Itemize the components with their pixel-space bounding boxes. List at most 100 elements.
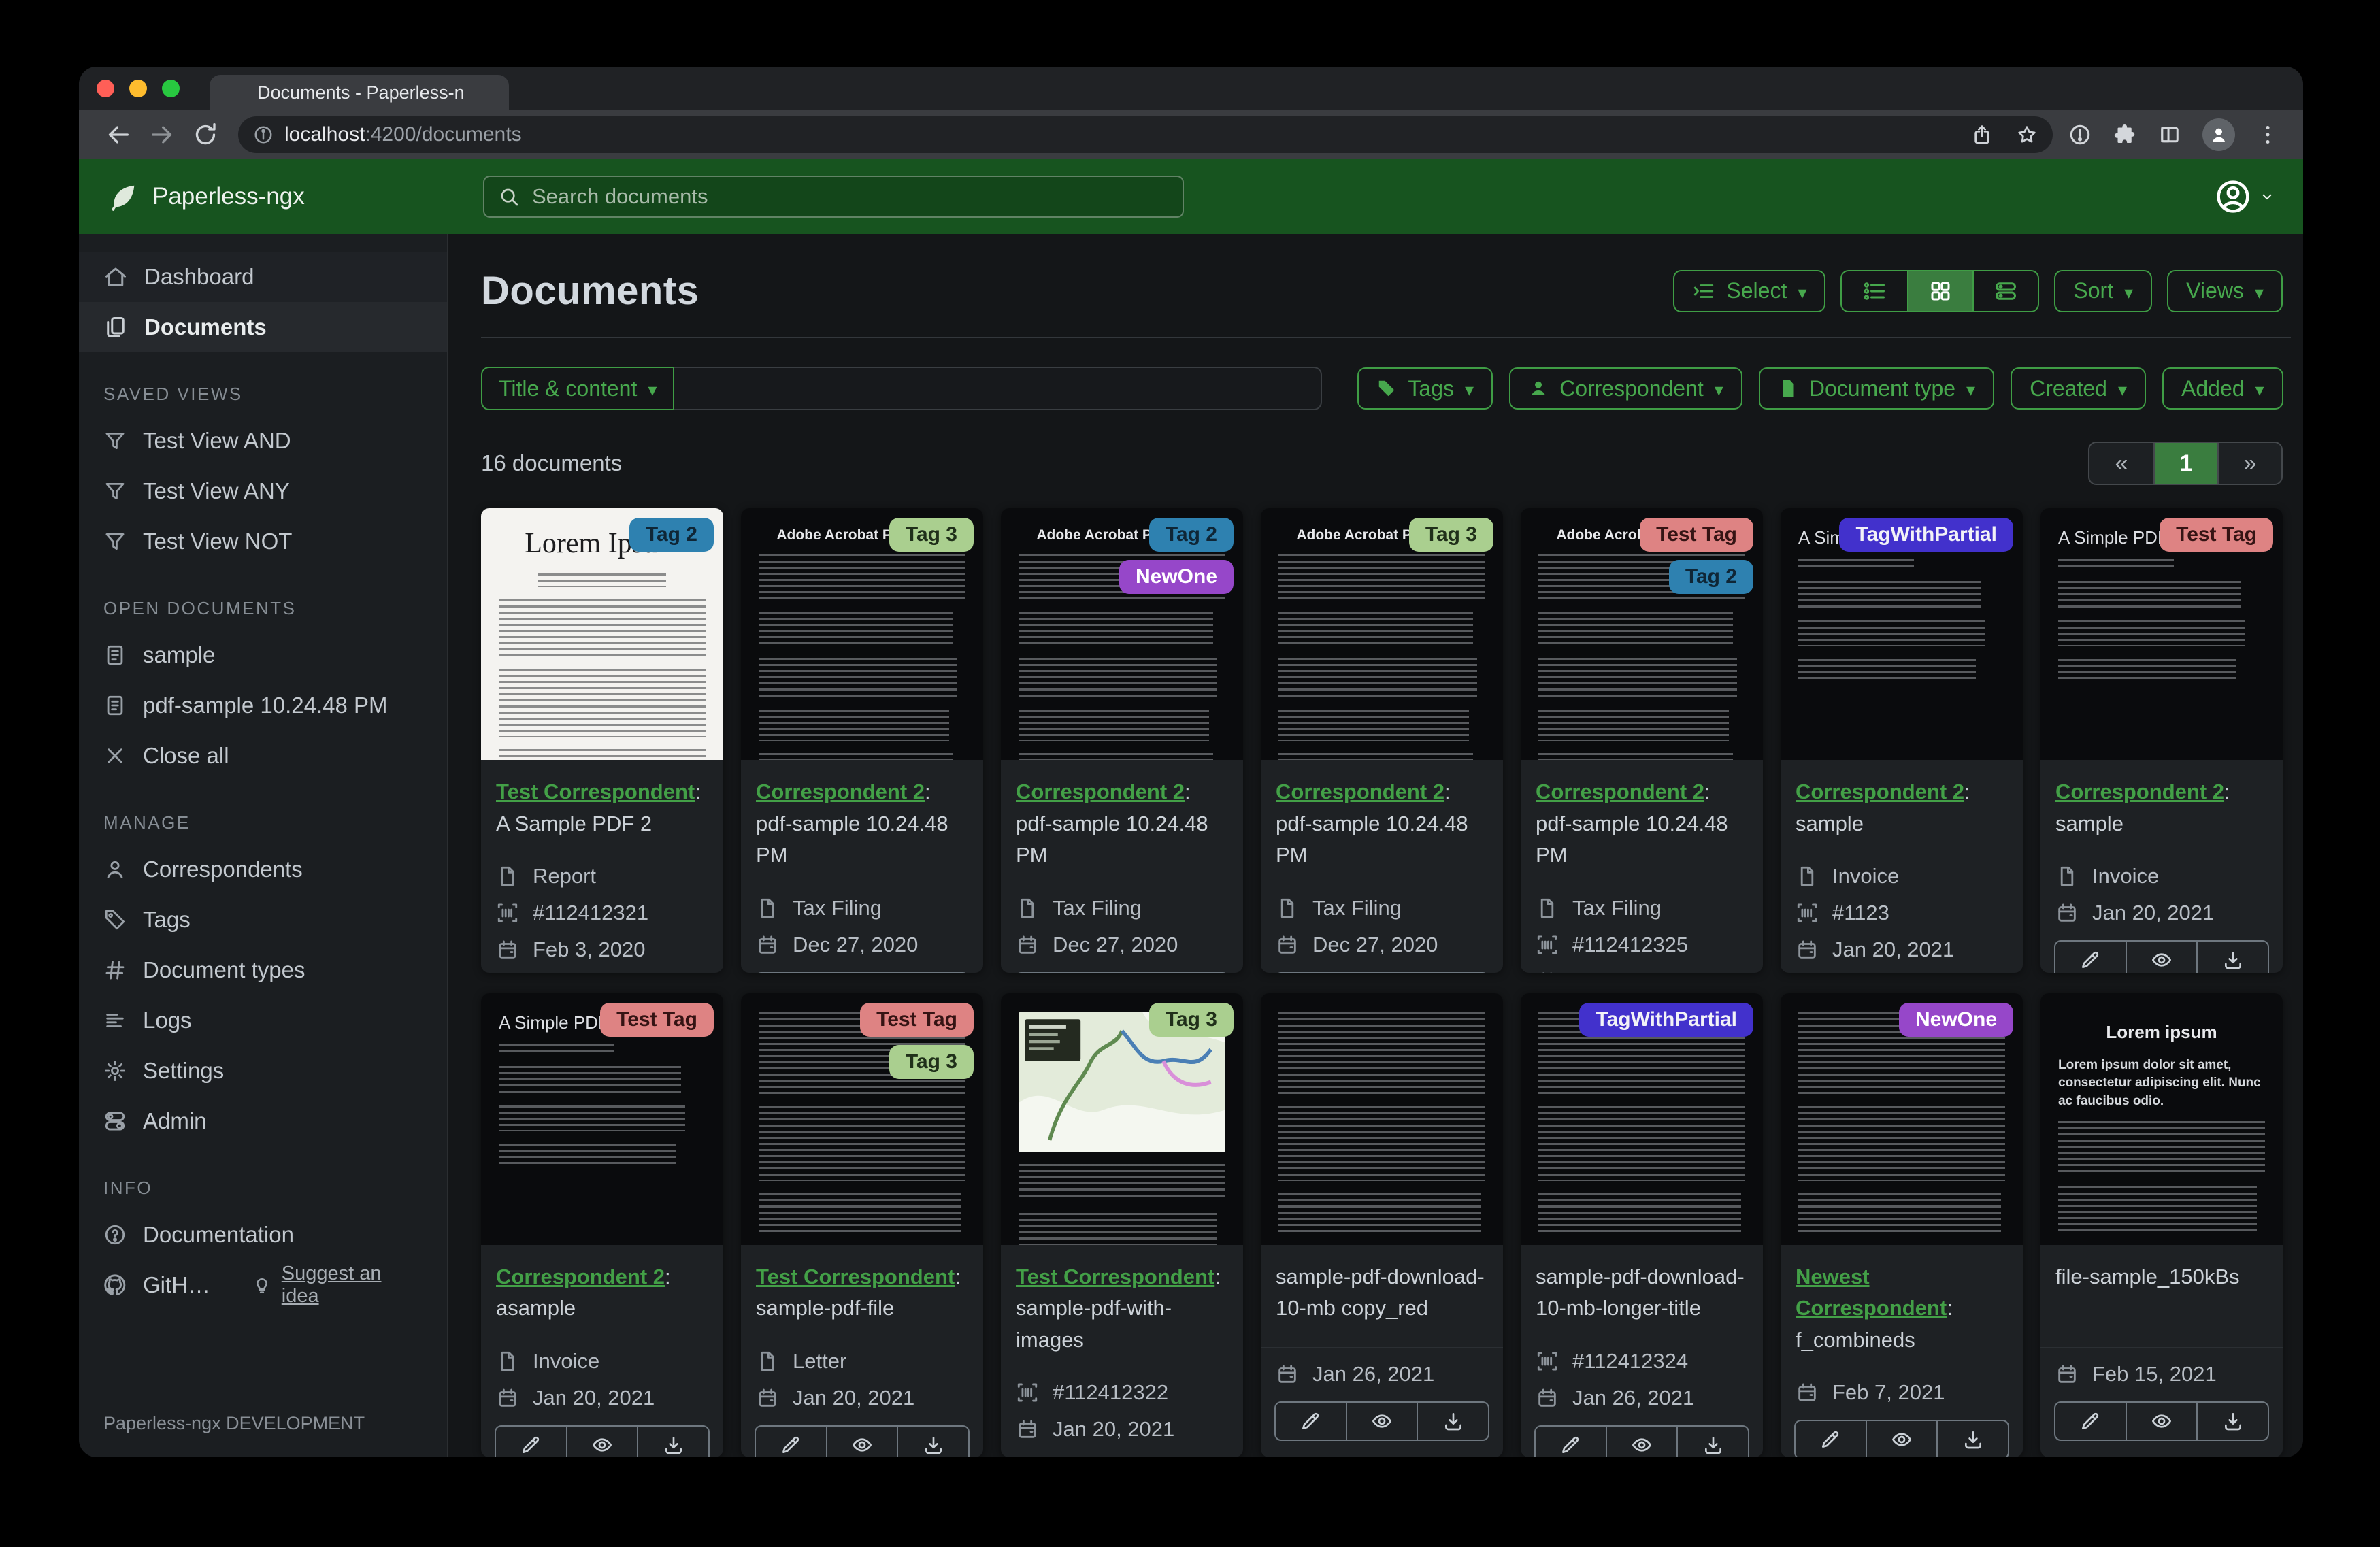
menu-dots-icon[interactable] [2255, 122, 2280, 147]
document-thumbnail[interactable]: Adobe Acrobat PDF Files Tag 3 [741, 508, 983, 760]
sidebar-item-settings[interactable]: Settings [79, 1046, 447, 1096]
document-card[interactable]: Test Tag Tag 3 Test Correspondent: sample-… [741, 993, 983, 1458]
filter-document-type-button[interactable]: Document type ▾ [1758, 367, 1995, 410]
site-info-icon[interactable] [253, 124, 274, 145]
pagination-next[interactable]: » [2217, 443, 2281, 484]
tag-badge-tag-3[interactable]: Tag 3 [1148, 1002, 1234, 1037]
sidebar-item-pdf-sample-10-24-48-pm[interactable]: pdf-sample 10.24.48 PM [79, 680, 447, 731]
tag-badge-tag-3[interactable]: Tag 3 [1408, 518, 1493, 552]
document-thumbnail[interactable]: Tag 3 [1001, 993, 1243, 1245]
user-menu[interactable] [2215, 178, 2275, 215]
tag-badge-newone[interactable]: NewOne [1119, 560, 1234, 594]
document-thumbnail[interactable]: A Simple PDF FileTagWithPartial [1781, 508, 2023, 760]
correspondent-link[interactable]: Correspondent 2 [1016, 780, 1185, 803]
new-tab-button[interactable] [527, 79, 550, 102]
share-icon[interactable] [1971, 124, 1993, 146]
view-detail-button[interactable] [1972, 271, 2038, 311]
global-search[interactable] [483, 176, 1184, 218]
sidebar-item-document-types[interactable]: Document types [79, 945, 447, 995]
sidebar-item-tags[interactable]: Tags [79, 895, 447, 945]
document-card[interactable]: A Simple PDF File Test Tag Correspondent 2… [2040, 508, 2283, 973]
title-content-input[interactable] [674, 367, 1323, 410]
view-list-button[interactable] [1842, 271, 1907, 311]
correspondent-link[interactable]: Test Correspondent [1016, 1265, 1214, 1288]
minimize-window-button[interactable] [129, 80, 147, 97]
traffic-lights[interactable] [97, 80, 180, 97]
correspondent-link[interactable]: Correspondent 2 [496, 1265, 665, 1288]
tab-close-icon[interactable] [475, 84, 493, 101]
edit-button[interactable] [496, 1427, 566, 1458]
side-panel-icon[interactable] [2158, 122, 2182, 147]
alert-circle-icon[interactable] [2068, 122, 2092, 147]
sidebar-item-sample[interactable]: sample [79, 630, 447, 680]
tag-badge-test-tag[interactable]: Test Tag [860, 1002, 974, 1037]
tag-badge-newone[interactable]: NewOne [1898, 1002, 2013, 1037]
views-button[interactable]: Views ▾ [2167, 269, 2283, 312]
document-card[interactable]: TagWithPartial sample-pdf-download-10-mb-… [1521, 993, 1763, 1457]
bookmark-star-icon[interactable] [2016, 124, 2038, 146]
document-thumbnail[interactable] [1261, 993, 1503, 1245]
edit-button[interactable] [1276, 1403, 1346, 1440]
correspondent-link[interactable]: Test Correspondent [496, 780, 695, 803]
sidebar-item-test-view-any[interactable]: Test View ANY [79, 466, 447, 516]
tag-badge-tag-2[interactable]: Tag 2 [1148, 518, 1234, 552]
document-thumbnail[interactable]: TagWithPartial [1521, 993, 1763, 1245]
document-thumbnail[interactable]: A Simple PDF File Test Tag [2040, 508, 2283, 760]
download-button[interactable] [637, 1426, 708, 1457]
document-card[interactable]: A Simple PDF FileTagWithPartial Correspon… [1781, 508, 2023, 973]
sort-button[interactable]: Sort ▾ [2054, 269, 2153, 312]
correspondent-link[interactable]: Correspondent 2 [1796, 780, 1964, 803]
document-card[interactable]: A Simple PDF File Test Tag Correspondent 2… [481, 993, 723, 1458]
download-button[interactable] [1936, 1421, 2008, 1457]
view-button[interactable] [565, 1426, 638, 1457]
tag-badge-tag-3[interactable]: Tag 3 [889, 518, 974, 552]
back-button[interactable] [105, 121, 132, 148]
download-button[interactable] [1417, 1403, 1488, 1440]
view-grid-button[interactable] [1907, 271, 1973, 311]
tag-badge-tagwithpartial[interactable]: TagWithPartial [1579, 1002, 1753, 1037]
document-card[interactable]: NewOne Newest Correspondent: f_combineds F… [1781, 993, 2023, 1457]
document-thumbnail[interactable]: Adobe Acrobat PDF Files Tag 3 [1261, 508, 1503, 760]
close-window-button[interactable] [97, 80, 114, 97]
view-button[interactable] [2125, 1403, 2197, 1440]
sidebar-item-admin[interactable]: Admin [79, 1096, 447, 1146]
correspondent-link[interactable]: Test Correspondent [756, 1265, 955, 1288]
sidebar-item-close-all[interactable]: Close all [79, 731, 447, 781]
edit-button[interactable] [2055, 1403, 2126, 1440]
document-thumbnail[interactable]: A Simple PDF File Test Tag [481, 993, 723, 1245]
extensions-puzzle-icon[interactable] [2113, 122, 2137, 147]
document-thumbnail[interactable]: Adobe Acrobat PDF FilesTest TagTag 2 [1521, 508, 1763, 760]
view-button[interactable] [1345, 1403, 1417, 1440]
sidebar-item-test-view-not[interactable]: Test View NOT [79, 516, 447, 567]
browser-tab[interactable]: Documents - Paperless-ngx [210, 75, 509, 110]
search-input[interactable] [532, 184, 1169, 209]
tag-badge-tag-2[interactable]: Tag 2 [629, 518, 714, 552]
view-button[interactable] [1605, 1426, 1677, 1457]
document-card[interactable]: Lorem Ipsum Tag 2 Test Correspondent: A Sa… [481, 508, 723, 973]
download-button[interactable] [2196, 1403, 2268, 1440]
sidebar-item-documentation[interactable]: Documentation [79, 1210, 447, 1260]
document-card[interactable]: Adobe Acrobat PDF Files Tag 2 NewOne Corres… [1001, 508, 1243, 973]
correspondent-link[interactable]: Correspondent 2 [1536, 780, 1704, 803]
tag-badge-test-tag[interactable]: Test Tag [1640, 518, 1753, 552]
pagination-prev[interactable]: « [2089, 443, 2153, 484]
document-thumbnail[interactable]: Test Tag Tag 3 [741, 993, 983, 1245]
forward-button[interactable] [148, 121, 176, 148]
tab-search-chevron-icon[interactable] [2258, 80, 2279, 101]
document-card[interactable]: sample-pdf-download-10-mb copy_red Jan 26… [1261, 993, 1503, 1457]
correspondent-link[interactable]: Correspondent 2 [756, 780, 925, 803]
sidebar-item-correspondents[interactable]: Correspondents [79, 844, 447, 895]
correspondent-link[interactable]: Correspondent 2 [1276, 780, 1444, 803]
document-card[interactable]: Adobe Acrobat PDF FilesTest TagTag 2Corr… [1521, 508, 1763, 973]
correspondent-link[interactable]: Correspondent 2 [2055, 780, 2224, 803]
title-content-dropdown[interactable]: Title & content ▾ [481, 367, 675, 410]
document-thumbnail[interactable]: Adobe Acrobat PDF Files Tag 2 NewOne [1001, 508, 1243, 760]
document-card[interactable]: Adobe Acrobat PDF Files Tag 3 Corresponden… [1261, 508, 1503, 973]
sidebar-item-logs[interactable]: Logs [79, 995, 447, 1046]
view-button[interactable] [1865, 1421, 1937, 1457]
filter-correspondent-button[interactable]: Correspondent ▾ [1509, 367, 1742, 410]
edit-button[interactable] [756, 1427, 826, 1458]
tag-badge-tag-2[interactable]: Tag 2 [1668, 560, 1753, 594]
tag-badge-test-tag[interactable]: Test Tag [600, 1002, 714, 1037]
download-button[interactable] [1676, 1426, 1748, 1457]
